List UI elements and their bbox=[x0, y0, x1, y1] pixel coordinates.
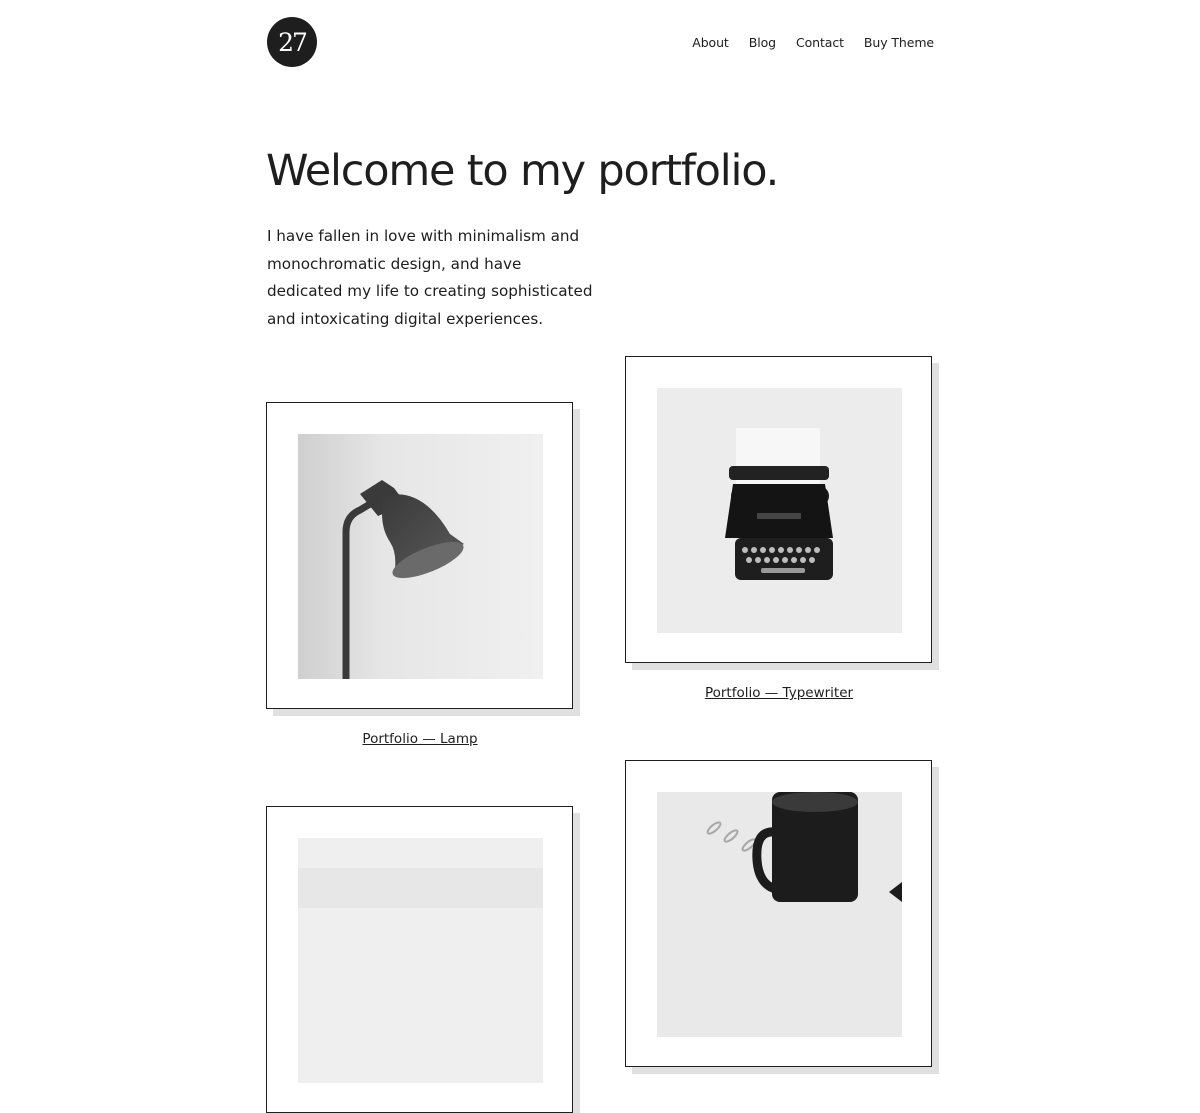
portfolio-card-4[interactable] bbox=[625, 760, 932, 1067]
typewriter-photo bbox=[657, 388, 902, 633]
site-logo[interactable]: 27 bbox=[267, 17, 317, 67]
portfolio-card-typewriter[interactable] bbox=[625, 356, 932, 663]
portfolio-card-3[interactable] bbox=[266, 806, 573, 1113]
nav-item-buy-theme[interactable]: Buy Theme bbox=[864, 35, 934, 50]
main-nav: About Blog Contact Buy Theme bbox=[692, 35, 934, 50]
portfolio-card-lamp[interactable] bbox=[266, 402, 573, 709]
page-title: Welcome to my portfolio. bbox=[266, 146, 779, 196]
portfolio-caption-typewriter[interactable]: Portfolio — Typewriter bbox=[625, 685, 933, 701]
nav-item-blog[interactable]: Blog bbox=[749, 35, 776, 50]
portfolio-caption-lamp[interactable]: Portfolio — Lamp bbox=[266, 731, 574, 747]
light-photo bbox=[298, 838, 543, 1083]
nav-item-about[interactable]: About bbox=[692, 35, 729, 50]
nav-item-contact[interactable]: Contact bbox=[796, 35, 844, 50]
lamp-photo bbox=[298, 434, 543, 679]
intro-text: I have fallen in love with minimalism an… bbox=[267, 227, 593, 328]
mug-photo bbox=[657, 792, 902, 1037]
